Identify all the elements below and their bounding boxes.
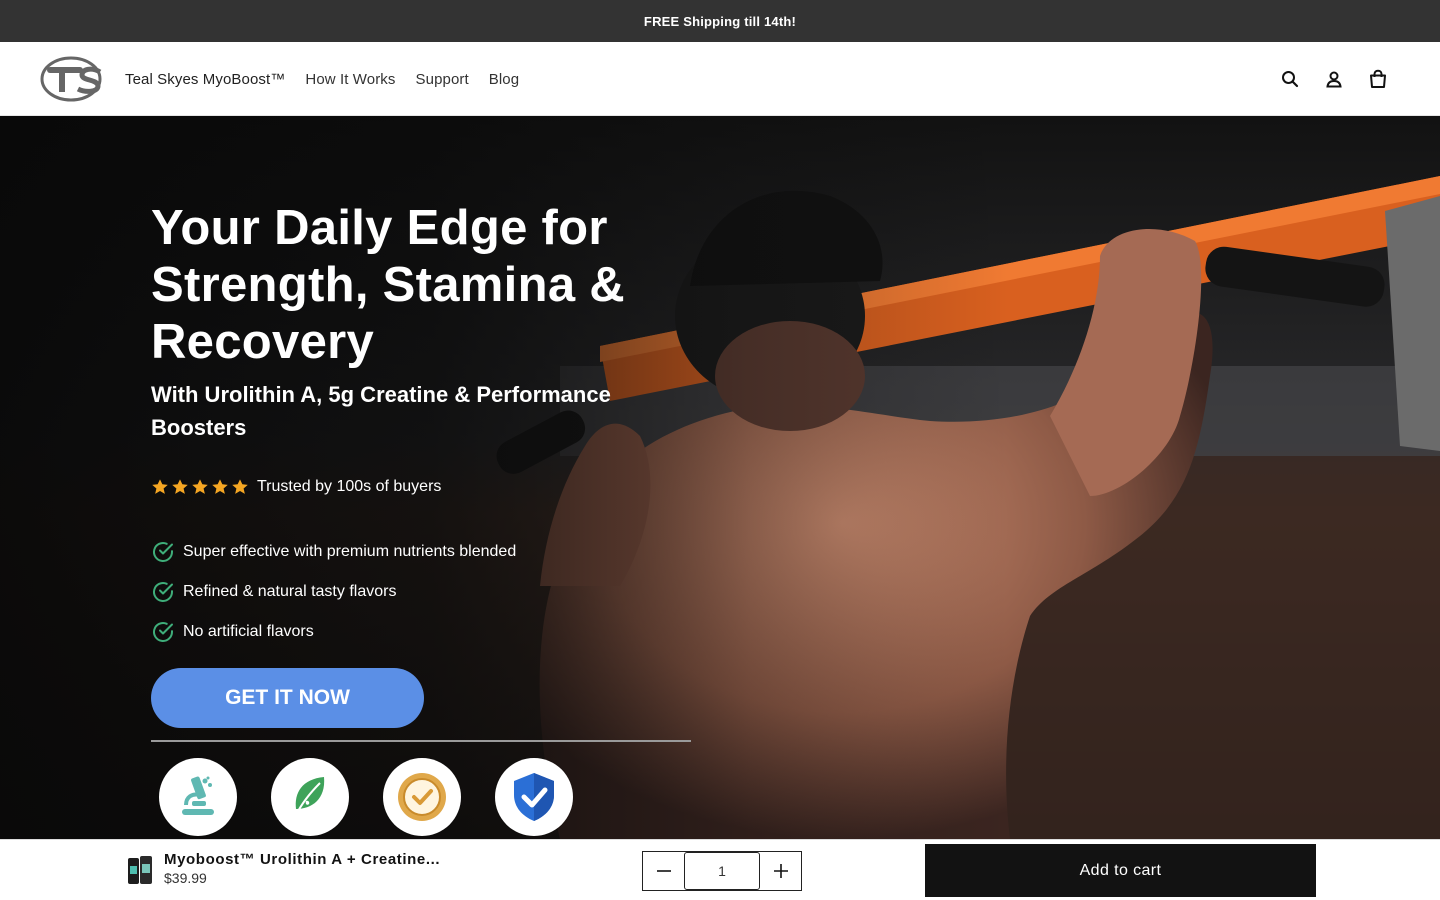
benefit-item: Refined & natural tasty flavors — [151, 572, 516, 612]
rating-text: Trusted by 100s of buyers — [257, 478, 442, 495]
star-icon — [172, 479, 188, 494]
nav-blog[interactable]: Blog — [489, 71, 519, 88]
header-icons — [1278, 42, 1390, 116]
check-circle-icon — [153, 542, 173, 562]
announcement-bar: FREE Shipping till 14th! — [0, 0, 1440, 42]
benefit-item: No artificial flavors — [151, 612, 516, 652]
hero-section: Your Daily Edge for Strength, Stamina & … — [0, 116, 1440, 839]
benefit-text: Refined & natural tasty flavors — [183, 583, 397, 600]
shield-check-icon — [495, 758, 573, 836]
benefit-text: Super effective with premium nutrients b… — [183, 543, 517, 560]
microscope-icon — [159, 758, 237, 836]
hero-subtitle: With Urolithin A, 5g Creatine & Performa… — [151, 382, 611, 440]
check-circle-icon — [153, 622, 173, 642]
account-icon[interactable] — [1322, 67, 1346, 91]
search-icon[interactable] — [1278, 67, 1302, 91]
leaf-icon — [271, 758, 349, 836]
star-icon — [152, 479, 168, 494]
product-thumbnail — [126, 854, 154, 886]
hero-divider — [151, 740, 691, 742]
star-icon — [212, 479, 228, 494]
product-price: $39.99 — [164, 870, 207, 886]
main-nav: Teal Skyes MyoBoost™ How It Works Suppor… — [125, 42, 519, 116]
benefit-list: Super effective with premium nutrients b… — [151, 532, 516, 652]
decrease-quantity-button[interactable] — [643, 852, 684, 890]
star-icon — [192, 479, 208, 494]
quality-seal-icon — [383, 758, 461, 836]
quantity-input[interactable] — [684, 852, 760, 890]
nav-myoboost[interactable]: Teal Skyes MyoBoost™ — [125, 71, 285, 88]
sticky-add-to-cart-bar: Myoboost™ Urolithin A + Creatine... $39.… — [0, 839, 1440, 900]
benefit-text: No artificial flavors — [183, 623, 314, 640]
benefit-item: Super effective with premium nutrients b… — [151, 532, 516, 572]
trust-badges — [159, 758, 573, 836]
site-header: Teal Skyes MyoBoost™ How It Works Suppor… — [0, 42, 1440, 116]
nav-how-it-works[interactable]: How It Works — [305, 71, 395, 88]
rating-row: Trusted by 100s of buyers — [151, 478, 441, 496]
get-it-now-button[interactable]: GET IT NOW — [151, 668, 424, 728]
nav-support[interactable]: Support — [416, 71, 469, 88]
hero-title: Your Daily Edge for Strength, Stamina & … — [151, 201, 625, 369]
quantity-stepper — [642, 851, 802, 891]
add-to-cart-button[interactable]: Add to cart — [925, 844, 1316, 897]
increase-quantity-button[interactable] — [760, 852, 801, 890]
announcement-text: FREE Shipping till 14th! — [643, 13, 797, 29]
rating-stars — [151, 478, 249, 496]
check-circle-icon — [153, 582, 173, 602]
product-name: Myoboost™ Urolithin A + Creatine... — [164, 851, 441, 868]
star-icon — [232, 479, 248, 494]
plus-icon — [773, 864, 788, 878]
brand-logo[interactable] — [40, 54, 104, 104]
minus-icon — [656, 870, 671, 872]
cart-icon[interactable] — [1366, 67, 1390, 91]
